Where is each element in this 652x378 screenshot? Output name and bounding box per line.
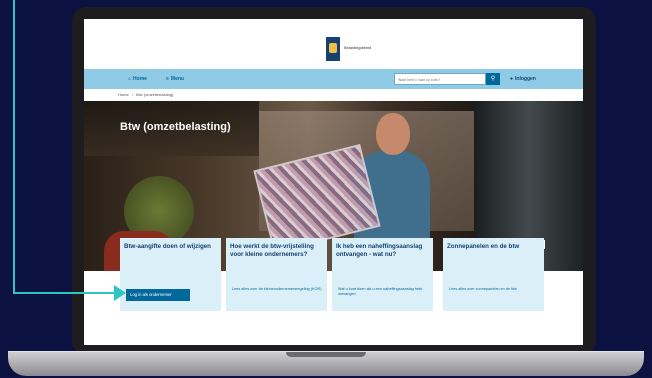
- card-naheffing: Ik heb een naheffingsaanslag ontvangen -…: [332, 238, 433, 311]
- breadcrumb: Home › Btw (omzetbelasting): [118, 92, 173, 97]
- search-input[interactable]: Waar bent u naar op zoek?: [394, 73, 486, 85]
- nav-home[interactable]: ⌂ Home: [128, 76, 147, 82]
- card-zonnepanelen: Zonnepanelen en de btw Lees alles over z…: [443, 238, 544, 311]
- login-label: Inloggen: [515, 76, 536, 82]
- breadcrumb-separator: ›: [131, 92, 134, 97]
- card-title[interactable]: Zonnepanelen en de btw: [447, 243, 540, 251]
- card-btw-aangifte: Btw-aangifte doen of wijzigen Log in als…: [120, 238, 221, 311]
- main-nav: ⌂ Home ≡ Menu: [84, 69, 583, 89]
- home-icon: ⌂: [128, 76, 132, 82]
- highlight-arrow-icon: [114, 285, 126, 301]
- site-header: Belastingdienst: [84, 19, 583, 69]
- card-link[interactable]: Lees alles over de kleineondernemersrege…: [232, 287, 322, 292]
- page-footer-band: [84, 329, 583, 345]
- breadcrumb-current: Btw (omzetbelasting): [136, 92, 174, 97]
- card-title[interactable]: Hoe werkt de btw-vrijstelling voor klein…: [230, 243, 323, 259]
- card-link[interactable]: Wat u kunt doen als u een naheffingsaans…: [338, 287, 433, 298]
- stage: Belastingdienst ⌂ Home ≡ Menu Waar bent …: [0, 0, 652, 378]
- card-title[interactable]: Ik heb een naheffingsaanslag ontvangen -…: [336, 243, 429, 259]
- highlight-line-horizontal: [13, 292, 118, 294]
- nav-home-label: Home: [133, 76, 147, 82]
- user-icon: ●: [510, 76, 514, 82]
- search-button[interactable]: ⚲: [486, 73, 500, 85]
- nav-menu-label: Menu: [170, 76, 184, 82]
- breadcrumb-home[interactable]: Home: [118, 92, 129, 97]
- login-ondernemer-button[interactable]: Log in als ondernemer: [126, 289, 190, 301]
- search-icon: ⚲: [490, 76, 496, 82]
- logo-text: Belastingdienst: [344, 45, 372, 50]
- card-kor: Hoe werkt de btw-vrijstelling voor klein…: [226, 238, 327, 311]
- card-link[interactable]: Lees alles over zonnepanelen en de btw: [449, 287, 517, 292]
- laptop-screen: Belastingdienst ⌂ Home ≡ Menu Waar bent …: [84, 19, 583, 345]
- hamburger-icon: ≡: [166, 76, 169, 82]
- highlight-line-vertical: [13, 0, 15, 294]
- hero-person-head: [376, 113, 410, 155]
- crest-icon: [329, 43, 337, 53]
- login-link[interactable]: ● Inloggen: [510, 76, 536, 82]
- nav-menu[interactable]: ≡ Menu: [166, 76, 184, 82]
- page-title: Btw (omzetbelasting): [120, 121, 231, 133]
- card-title[interactable]: Btw-aangifte doen of wijzigen: [124, 243, 217, 251]
- laptop-notch: [286, 352, 366, 357]
